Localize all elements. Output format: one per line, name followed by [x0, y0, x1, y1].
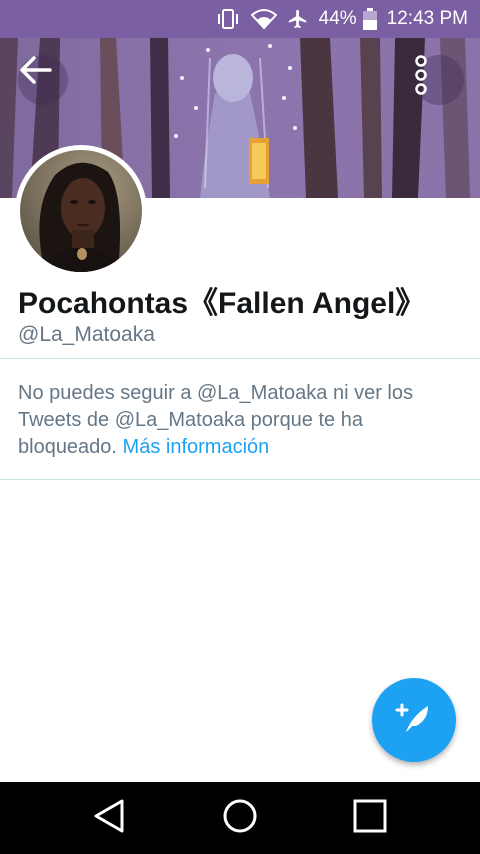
more-options-button[interactable] — [414, 55, 464, 105]
compose-tweet-icon — [394, 698, 434, 743]
airplane-icon — [287, 8, 309, 30]
nav-home-icon — [222, 798, 258, 839]
divider — [0, 479, 480, 480]
nav-back-button[interactable] — [87, 796, 131, 840]
wifi-icon — [250, 8, 277, 30]
profile-handle: @La_Matoaka — [18, 323, 155, 346]
vibrate-icon — [215, 8, 241, 30]
more-info-link[interactable]: Más información — [123, 436, 270, 458]
compose-tweet-button[interactable] — [372, 678, 456, 762]
divider — [0, 358, 480, 359]
system-navigation-bar — [0, 782, 480, 854]
battery-percent: 44% — [318, 8, 357, 29]
nav-recents-button[interactable] — [348, 796, 392, 840]
nav-home-button[interactable] — [218, 796, 262, 840]
blocked-notice: No puedes seguir a @La_Matoaka ni ver lo… — [18, 380, 458, 461]
nav-recents-icon — [352, 798, 388, 839]
avatar-image — [20, 150, 142, 272]
status-bar: 44% 12:43 PM — [0, 0, 480, 38]
clock: 12:43 PM — [386, 8, 468, 29]
nav-back-icon — [92, 798, 126, 839]
battery-icon — [362, 8, 377, 30]
profile-display-name: Pocahontas《Fallen Angel》 — [18, 287, 426, 320]
back-button[interactable] — [18, 55, 68, 105]
avatar[interactable] — [15, 145, 147, 277]
